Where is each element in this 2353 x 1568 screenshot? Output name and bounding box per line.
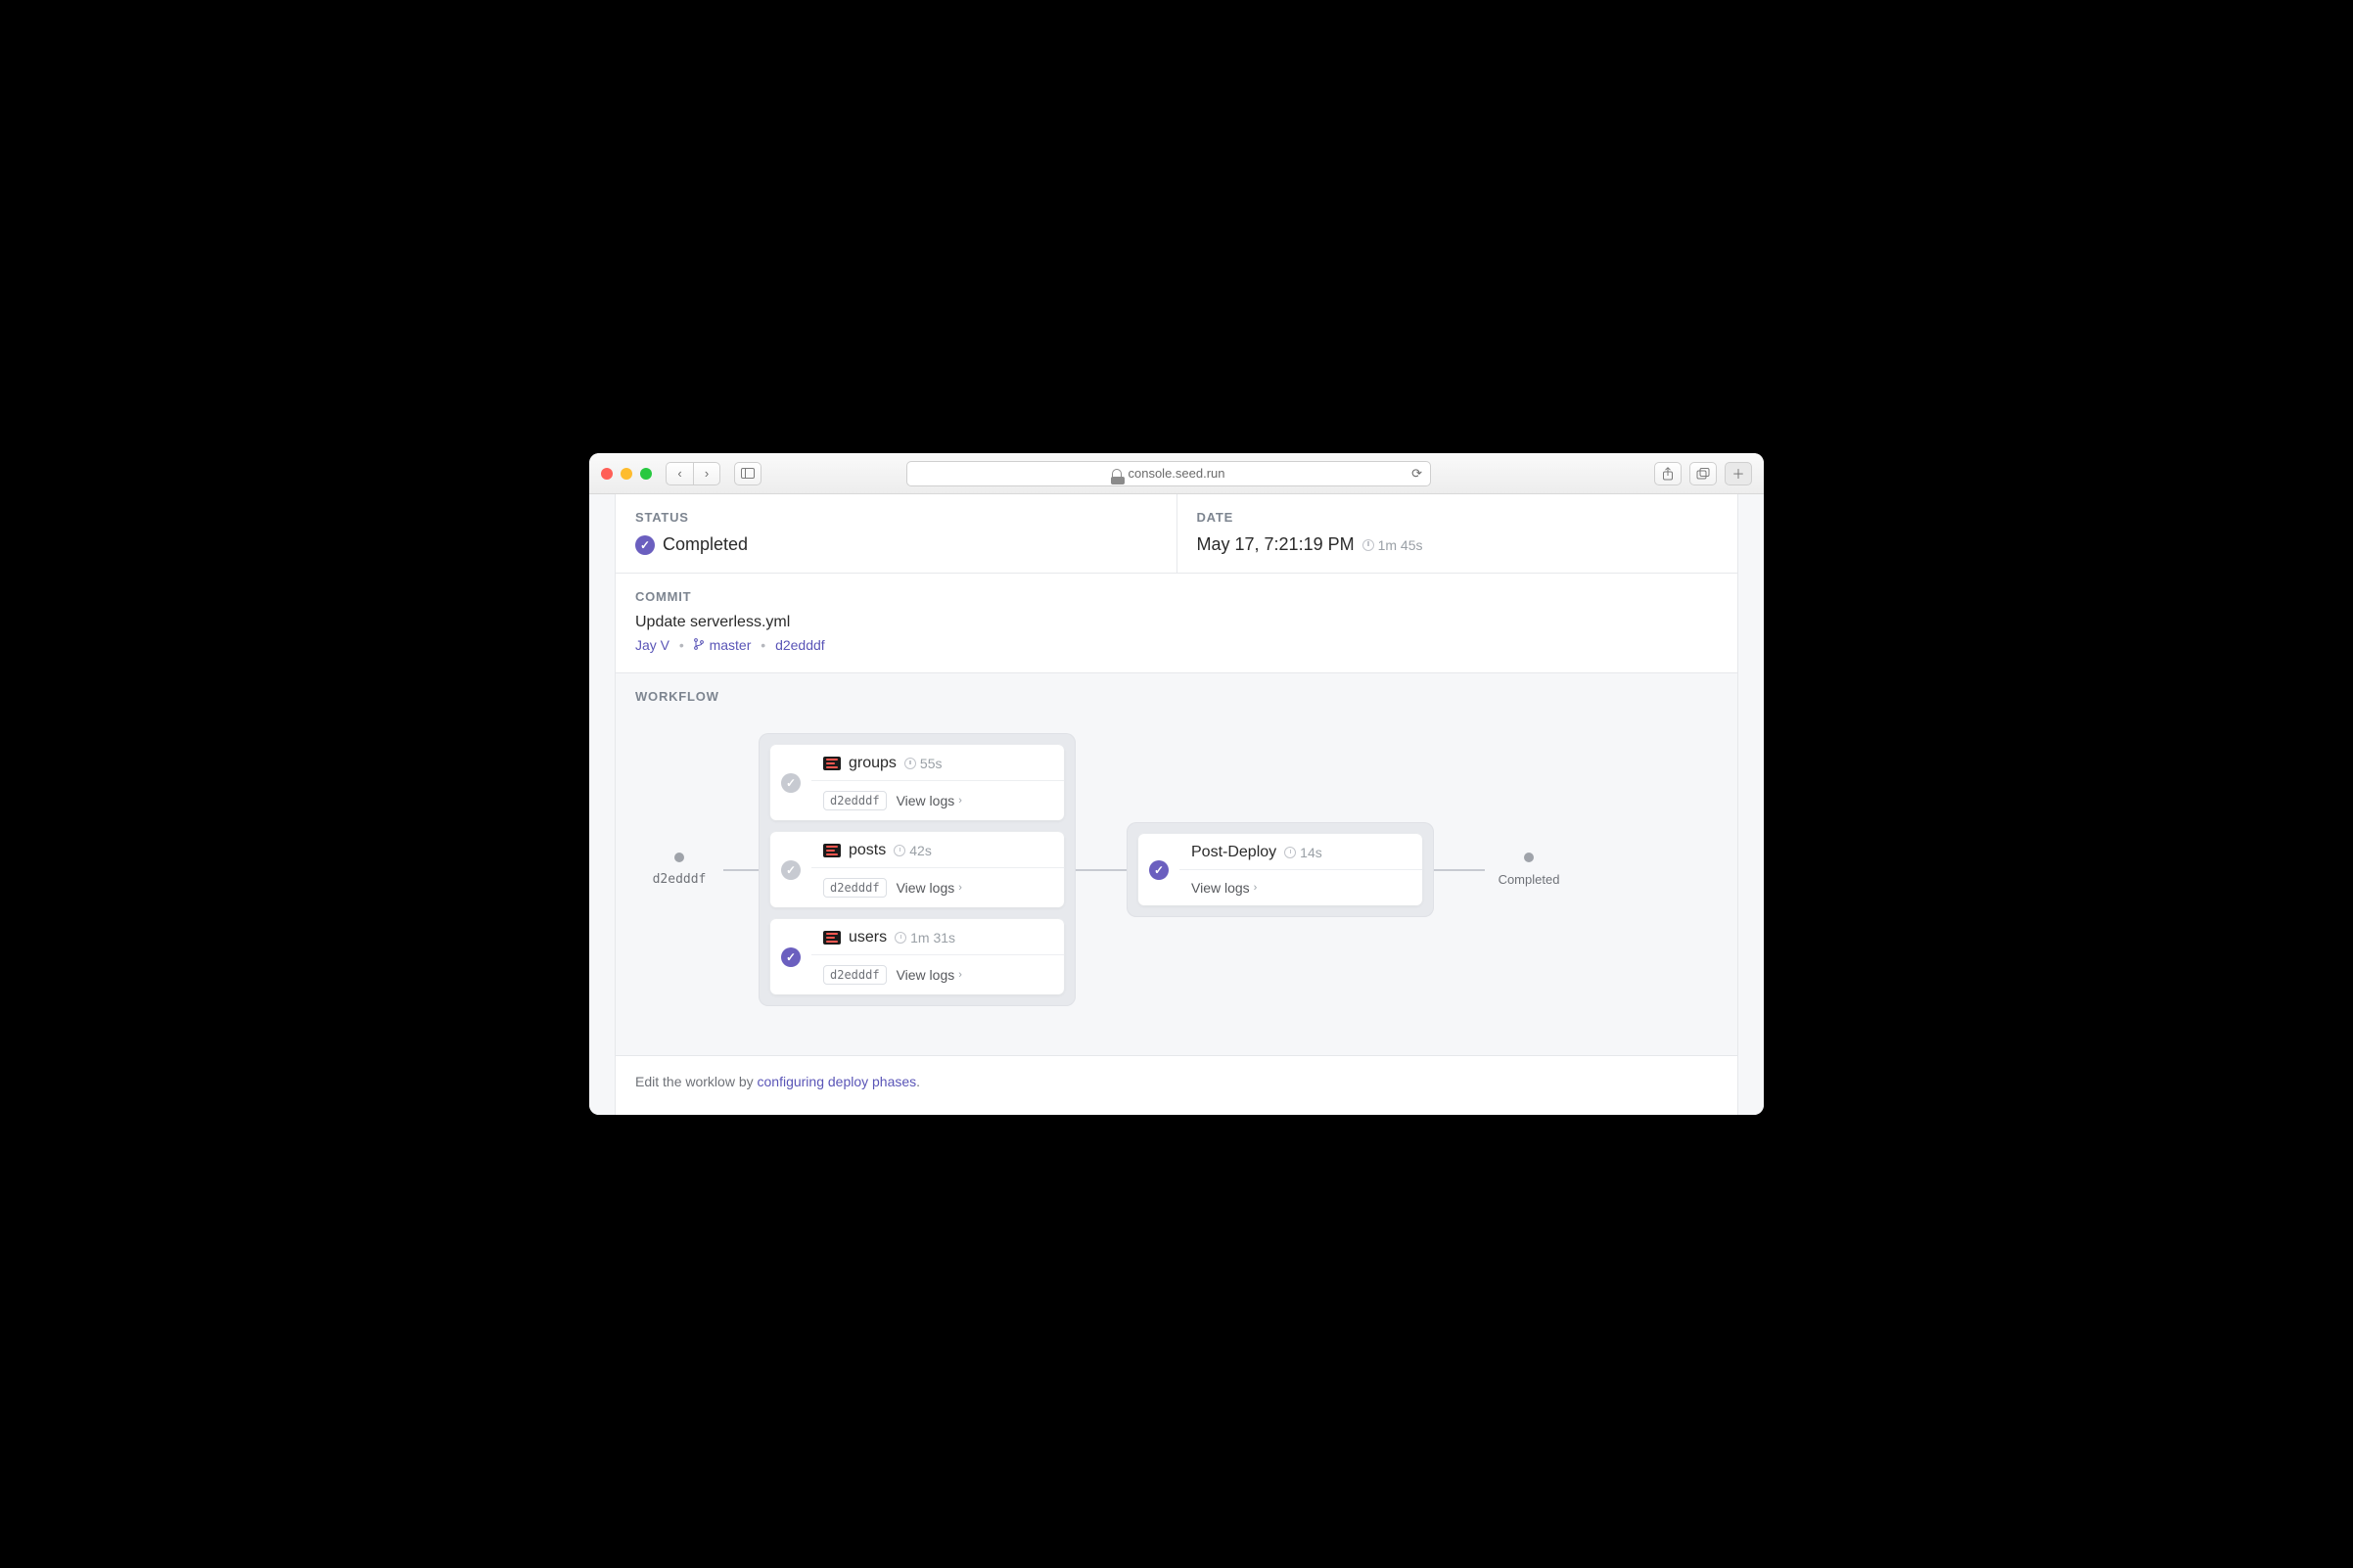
- window-minimize-icon[interactable]: [621, 468, 632, 480]
- service-duration: 1m 31s: [895, 930, 955, 945]
- end-label: Completed: [1499, 872, 1560, 887]
- serverless-icon: [823, 931, 841, 945]
- commit-hash-link[interactable]: d2edddf: [775, 637, 825, 653]
- nav-forward-button[interactable]: ›: [693, 462, 720, 485]
- workflow-footer-note: Edit the worklow by configuring deploy p…: [616, 1056, 1737, 1115]
- share-button[interactable]: [1654, 462, 1682, 485]
- workflow-end-node: Completed: [1485, 853, 1573, 887]
- sidebar-icon: [741, 468, 755, 479]
- service-status-icon: ✓: [1149, 860, 1169, 880]
- post-deploy-duration: 14s: [1284, 845, 1322, 860]
- workflow-section: WORKFLOW d2edddf ✓: [616, 673, 1737, 1056]
- date-label: DATE: [1197, 510, 1719, 525]
- lock-icon: [1112, 469, 1122, 479]
- status-value-row: ✓ Completed: [635, 534, 1157, 555]
- configure-phases-link[interactable]: configuring deploy phases: [758, 1074, 917, 1089]
- service-card-posts[interactable]: ✓ posts 42s d2edddf View logs›: [770, 832, 1064, 907]
- workflow-phase-2: ✓ Post-Deploy 14s View logs›: [1127, 822, 1434, 917]
- status-date-row: STATUS ✓ Completed DATE May 17, 7:21:19 …: [616, 494, 1737, 574]
- service-name: users: [849, 929, 887, 946]
- service-duration: 42s: [894, 843, 932, 858]
- meta-separator: •: [761, 637, 765, 653]
- service-card-groups[interactable]: ✓ groups 55s d2edddf View logs›: [770, 745, 1064, 820]
- workflow-start-node: d2edddf: [635, 853, 723, 887]
- chevron-right-icon: ›: [958, 882, 962, 894]
- view-logs-link[interactable]: View logs›: [897, 793, 962, 808]
- tabs-icon: [1696, 468, 1710, 480]
- new-tab-button[interactable]: ＋: [1725, 462, 1752, 485]
- nav-back-forward: ‹ ›: [666, 462, 720, 485]
- window-traffic-lights: [601, 468, 652, 480]
- footer-pre: Edit the worklow by: [635, 1074, 758, 1089]
- tabs-button[interactable]: [1689, 462, 1717, 485]
- chevron-right-icon: ›: [1254, 882, 1258, 894]
- date-value: May 17, 7:21:19 PM: [1197, 534, 1355, 555]
- url-host: console.seed.run: [1128, 466, 1224, 481]
- toolbar-right: ＋: [1654, 462, 1752, 485]
- chevron-right-icon: ›: [958, 795, 962, 807]
- commit-author-link[interactable]: Jay V: [635, 637, 669, 653]
- build-panel: STATUS ✓ Completed DATE May 17, 7:21:19 …: [615, 494, 1738, 1115]
- share-icon: [1662, 467, 1674, 481]
- page-content: STATUS ✓ Completed DATE May 17, 7:21:19 …: [589, 494, 1764, 1115]
- window-zoom-icon[interactable]: [640, 468, 652, 480]
- footer-post: .: [916, 1074, 920, 1089]
- start-dot-icon: [674, 853, 684, 862]
- serverless-icon: [823, 757, 841, 770]
- service-commit-hash[interactable]: d2edddf: [823, 965, 887, 985]
- start-hash: d2edddf: [653, 872, 707, 887]
- url-bar[interactable]: console.seed.run ⟳: [906, 461, 1431, 486]
- service-status-icon: ✓: [781, 947, 801, 967]
- clock-icon: [1284, 847, 1296, 858]
- commit-branch-link[interactable]: master: [694, 637, 756, 653]
- commit-label: COMMIT: [635, 589, 1718, 604]
- flow-connector: [1434, 869, 1485, 871]
- build-duration-text: 1m 45s: [1378, 537, 1423, 553]
- branch-icon: [694, 637, 708, 653]
- clock-icon: [904, 758, 916, 769]
- post-deploy-name: Post-Deploy: [1191, 844, 1276, 861]
- clock-icon: [894, 845, 905, 856]
- build-duration: 1m 45s: [1362, 537, 1423, 553]
- status-value: Completed: [663, 534, 748, 555]
- flow-connector: [723, 869, 759, 871]
- titlebar: ‹ › console.seed.run ⟳ ＋: [589, 453, 1764, 494]
- status-label: STATUS: [635, 510, 1157, 525]
- clock-icon: [895, 932, 906, 944]
- service-status-icon: ✓: [781, 773, 801, 793]
- service-status-icon: ✓: [781, 860, 801, 880]
- meta-separator: •: [679, 637, 684, 653]
- window-close-icon[interactable]: [601, 468, 613, 480]
- reload-icon[interactable]: ⟳: [1411, 466, 1422, 482]
- service-card-users[interactable]: ✓ users 1m 31s d2edddf View logs›: [770, 919, 1064, 994]
- commit-message: Update serverless.yml: [635, 614, 1718, 631]
- date-cell: DATE May 17, 7:21:19 PM 1m 45s: [1176, 494, 1738, 573]
- commit-section: COMMIT Update serverless.yml Jay V • mas…: [616, 574, 1737, 673]
- flow-connector: [1076, 869, 1127, 871]
- service-name: posts: [849, 842, 886, 859]
- workflow-flow: d2edddf ✓ groups 55s: [635, 733, 1718, 1006]
- commit-meta: Jay V • master • d2edddf: [635, 637, 1718, 653]
- service-commit-hash[interactable]: d2edddf: [823, 791, 887, 810]
- sidebar-toggle-button[interactable]: [734, 462, 761, 485]
- nav-back-button[interactable]: ‹: [666, 462, 693, 485]
- view-logs-link[interactable]: View logs›: [1191, 880, 1257, 896]
- view-logs-link[interactable]: View logs›: [897, 967, 962, 983]
- service-commit-hash[interactable]: d2edddf: [823, 878, 887, 898]
- post-deploy-card[interactable]: ✓ Post-Deploy 14s View logs›: [1138, 834, 1422, 905]
- status-check-icon: ✓: [635, 535, 655, 555]
- service-duration: 55s: [904, 756, 943, 771]
- browser-window: ‹ › console.seed.run ⟳ ＋ STATUS: [589, 453, 1764, 1115]
- date-value-row: May 17, 7:21:19 PM 1m 45s: [1197, 534, 1719, 555]
- serverless-icon: [823, 844, 841, 857]
- chevron-right-icon: ›: [958, 969, 962, 981]
- workflow-phase-1: ✓ groups 55s d2edddf View logs›: [759, 733, 1076, 1006]
- commit-branch-name: master: [710, 637, 752, 653]
- status-cell: STATUS ✓ Completed: [616, 494, 1176, 573]
- service-name: groups: [849, 755, 897, 772]
- view-logs-link[interactable]: View logs›: [897, 880, 962, 896]
- end-dot-icon: [1524, 853, 1534, 862]
- clock-icon: [1362, 539, 1374, 551]
- workflow-label: WORKFLOW: [635, 689, 1718, 704]
